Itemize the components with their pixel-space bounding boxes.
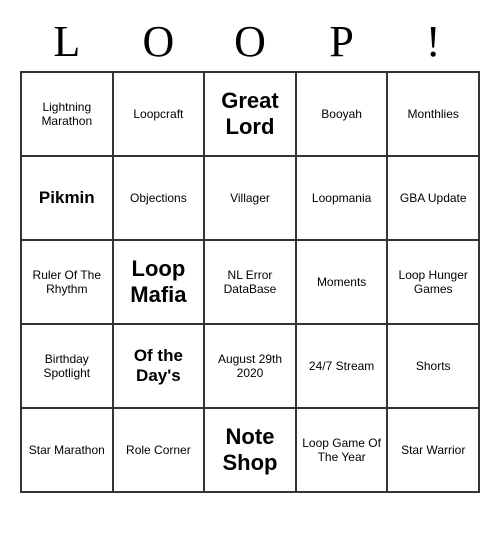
bingo-cell: Loopmania [296, 156, 388, 240]
bingo-cell: Great Lord [204, 72, 296, 156]
bingo-cell: 24/7 Stream [296, 324, 388, 408]
header-letter: O [204, 12, 296, 72]
bingo-cell: Of the Day's [113, 324, 205, 408]
header-letter: L [21, 12, 113, 72]
bingo-cell: Monthlies [387, 72, 479, 156]
bingo-cell: Birthday Spotlight [21, 324, 113, 408]
bingo-cell: Loop Game Of The Year [296, 408, 388, 492]
bingo-cell: Moments [296, 240, 388, 324]
bingo-cell: Loopcraft [113, 72, 205, 156]
bingo-cell: Star Marathon [21, 408, 113, 492]
bingo-cell: NL Error DataBase [204, 240, 296, 324]
bingo-cell: Loop Hunger Games [387, 240, 479, 324]
bingo-cell: Shorts [387, 324, 479, 408]
header-letter: P [296, 12, 388, 72]
bingo-cell: Note Shop [204, 408, 296, 492]
bingo-cell: Role Corner [113, 408, 205, 492]
header-letter: ! [387, 12, 479, 72]
bingo-cell: Lightning Marathon [21, 72, 113, 156]
bingo-cell: August 29th 2020 [204, 324, 296, 408]
bingo-table: LOOP! Lightning MarathonLoopcraftGreat L… [20, 12, 480, 493]
bingo-cell: Objections [113, 156, 205, 240]
bingo-cell: Ruler Of The Rhythm [21, 240, 113, 324]
bingo-cell: Star Warrior [387, 408, 479, 492]
bingo-header [20, 0, 480, 12]
bingo-cell: GBA Update [387, 156, 479, 240]
bingo-cell: Pikmin [21, 156, 113, 240]
header-letter: O [113, 12, 205, 72]
bingo-cell: Loop Mafia [113, 240, 205, 324]
bingo-cell: Villager [204, 156, 296, 240]
bingo-cell: Booyah [296, 72, 388, 156]
